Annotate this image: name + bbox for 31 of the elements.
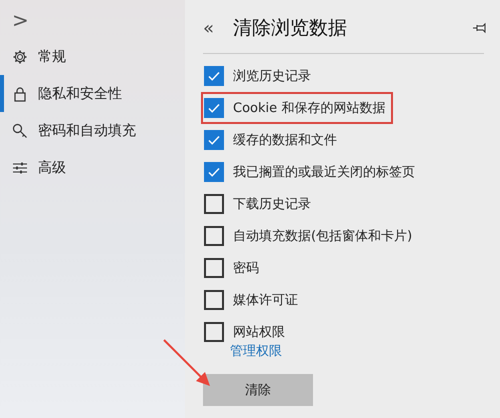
panel-title: 清除浏览数据 — [233, 16, 348, 41]
option-label: 我已搁置的或最近关闭的标签页 — [233, 164, 415, 181]
sidebar-item[interactable]: 密码和自动填充 — [0, 112, 185, 149]
checkbox[interactable] — [204, 258, 224, 278]
checkbox[interactable] — [204, 162, 224, 182]
sidebar-item[interactable]: 常规 — [0, 38, 185, 75]
back-glyph[interactable]: « — [203, 18, 233, 38]
option-label: 浏览历史记录 — [233, 68, 311, 85]
option-label: 密码 — [233, 260, 259, 277]
settings-icon — [12, 48, 28, 64]
pin-icon[interactable] — [472, 22, 488, 34]
option-label: 下载历史记录 — [233, 196, 311, 213]
annotation-arrow — [162, 338, 212, 388]
option-label: 媒体许可证 — [233, 292, 298, 309]
clear-button[interactable]: 清除 — [203, 374, 313, 406]
expand-glyph[interactable]: > — [12, 6, 185, 38]
checkbox[interactable] — [204, 226, 224, 246]
option-label: Cookie 和保存的网站数据 — [233, 100, 386, 117]
sliders-icon — [12, 160, 28, 176]
checkbox[interactable] — [204, 130, 224, 150]
option-label: 缓存的数据和文件 — [233, 132, 337, 149]
checkbox[interactable] — [204, 322, 224, 342]
sidebar-item[interactable]: 高级 — [0, 149, 185, 186]
option-label: 网站权限 — [233, 324, 285, 341]
checkbox[interactable] — [204, 290, 224, 310]
manage-permissions-link[interactable]: 管理权限 — [230, 342, 490, 362]
lock-icon — [12, 86, 28, 102]
checkbox[interactable] — [204, 98, 224, 118]
checkbox[interactable] — [204, 66, 224, 86]
option-label: 自动填充数据(包括窗体和卡片) — [233, 228, 412, 245]
checkbox[interactable] — [204, 194, 224, 214]
